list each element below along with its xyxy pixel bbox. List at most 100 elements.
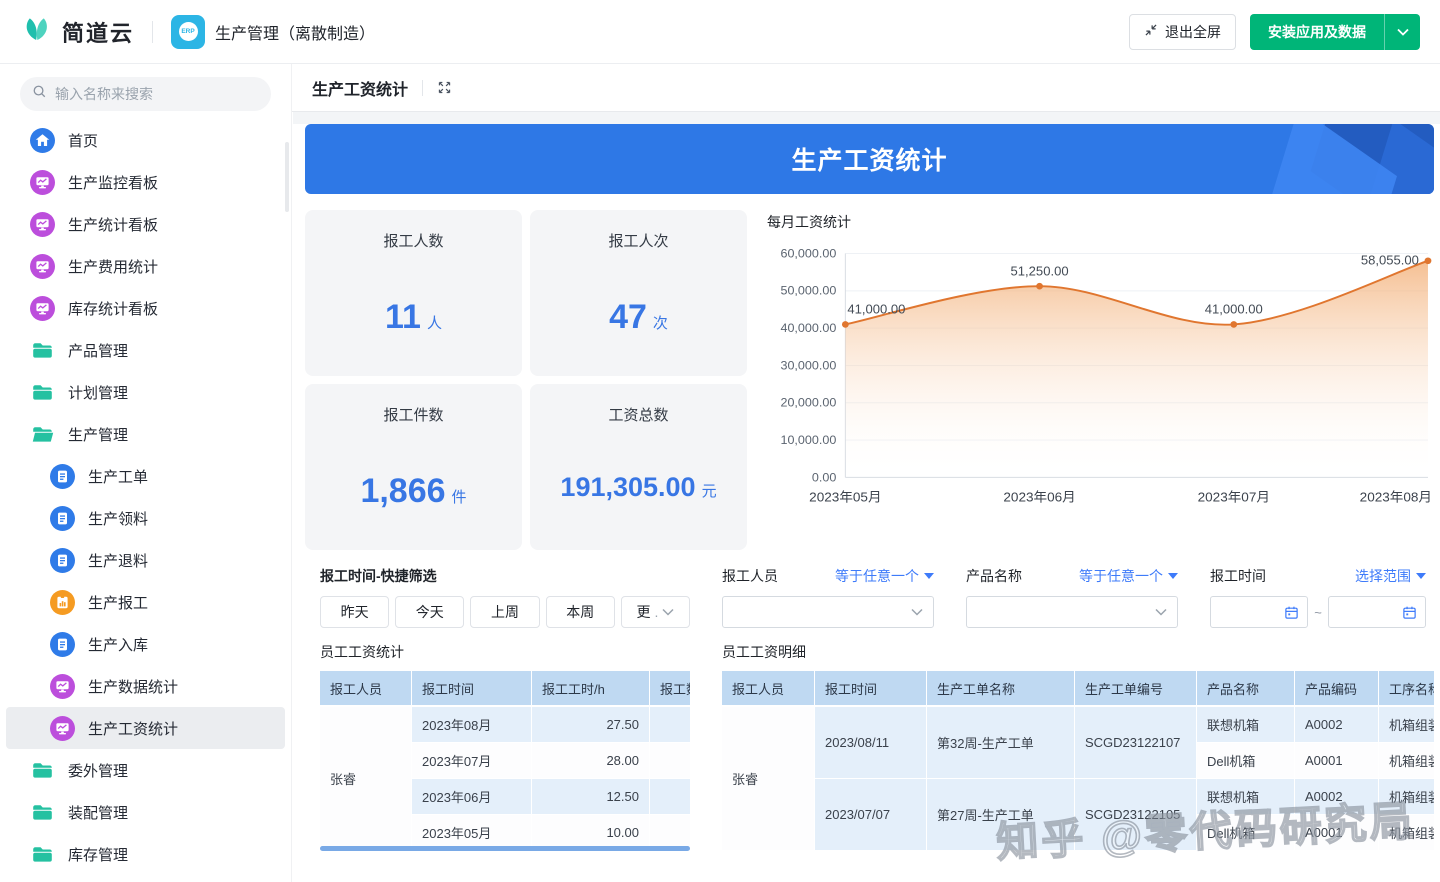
- stat-label: 报工人次: [530, 210, 747, 251]
- date-range-separator: ~: [1314, 605, 1322, 620]
- table-cell: 第27周-生产工单: [927, 779, 1075, 851]
- filter-group: 报工时间 选择范围 ~: [1210, 566, 1426, 628]
- svg-text:20,000.00: 20,000.00: [780, 396, 836, 410]
- sidebar-item[interactable]: 生产数据统计: [6, 665, 285, 707]
- sidebar-item-label: 首页: [68, 130, 98, 151]
- sidebar-item[interactable]: 生产领料: [6, 497, 285, 539]
- sidebar-item-label: 装配管理: [68, 802, 128, 823]
- svg-text:2023年05月: 2023年05月: [809, 490, 881, 505]
- column-header: 报工数量: [650, 671, 690, 707]
- filter-operator-link[interactable]: 等于任意一个: [1079, 566, 1178, 586]
- filter-operator-link[interactable]: 选择范围: [1355, 566, 1426, 586]
- column-header: 报工人员: [722, 671, 815, 707]
- filter-operator-link[interactable]: 等于任意一个: [835, 566, 934, 586]
- chevron-down-icon[interactable]: [1384, 14, 1420, 50]
- app-window: 简道云 ERP 生产管理（离散制造） 退出全屏 安装应用及数据: [0, 0, 1440, 882]
- sidebar-item-label: 委外管理: [68, 760, 128, 781]
- table-cell: 张睿: [320, 707, 412, 851]
- filter-field-label: 报工时间: [1210, 566, 1266, 586]
- sidebar-item[interactable]: 生产入库: [6, 623, 285, 665]
- brand-logo[interactable]: 简道云: [20, 12, 134, 51]
- triangle-down-icon: [924, 573, 934, 579]
- horizontal-scrollbar[interactable]: [320, 846, 690, 851]
- monthly-wage-area-chart[interactable]: 0.0010,000.0020,000.0030,000.0040,000.00…: [765, 236, 1434, 528]
- sidebar-scrollbar[interactable]: [285, 142, 289, 212]
- sidebar-item-label: 计划管理: [68, 382, 128, 403]
- sidebar-item[interactable]: 产品管理: [6, 329, 285, 371]
- quick-filter-button[interactable]: 本周: [546, 596, 615, 628]
- sidebar-item[interactable]: 装配管理: [6, 791, 285, 833]
- table-row: 张睿2023年08月27.50: [320, 707, 690, 743]
- stat-unit: 次: [653, 315, 668, 332]
- quick-filter-button[interactable]: 上周: [470, 596, 539, 628]
- sidebar-nav: 首页生产监控看板生产统计看板生产费用统计库存统计看板产品管理计划管理生产管理生产…: [0, 115, 291, 882]
- sidebar-item[interactable]: 生产工资统计: [6, 707, 285, 749]
- stat-value: 11: [385, 298, 421, 336]
- dashboard-banner: 生产工资统计: [305, 124, 1434, 194]
- table-cell: 第32周-生产工单: [927, 707, 1075, 779]
- sidebar-item-label: 生产领料: [88, 508, 148, 529]
- stat-value: 47: [609, 298, 647, 336]
- filter-select[interactable]: [966, 596, 1178, 628]
- column-header: 报工时间: [412, 671, 532, 707]
- sidebar-item[interactable]: 委外管理: [6, 749, 285, 791]
- stat-card: 工资总数191,305.00元: [530, 384, 747, 550]
- table-cell: 张睿: [722, 707, 815, 851]
- sidebar-item[interactable]: 生产监控看板: [6, 161, 285, 203]
- more-filter-button[interactable]: 更.: [621, 596, 690, 628]
- filter-bar: 报工时间-快捷筛选 昨天今天上周本周更. 报工人员等于任意一个产品名称等于任意一…: [305, 566, 1434, 628]
- table-cell: A0001: [1295, 815, 1379, 851]
- filter-select[interactable]: [722, 596, 934, 628]
- column-header: 报工时间: [815, 671, 927, 707]
- filter-group: 报工人员等于任意一个: [722, 566, 934, 628]
- exit-fullscreen-button[interactable]: 退出全屏: [1129, 14, 1236, 50]
- svg-text:2023年06月: 2023年06月: [1003, 490, 1075, 505]
- page-title: 生产工资统计: [312, 76, 408, 100]
- sidebar-item[interactable]: 库存统计看板: [6, 287, 285, 329]
- svg-text:10,000.00: 10,000.00: [780, 433, 836, 447]
- date-end-input[interactable]: [1328, 596, 1426, 628]
- sidebar-item[interactable]: 生产退料: [6, 539, 285, 581]
- table-cell: Dell机箱: [1197, 815, 1295, 851]
- folder-icon: [30, 842, 55, 867]
- quick-filter-button[interactable]: 今天: [395, 596, 464, 628]
- expand-fullscreen-icon[interactable]: [437, 80, 452, 95]
- sidebar-item[interactable]: 库存管理: [6, 833, 285, 875]
- sidebar-item[interactable]: 首页: [6, 119, 285, 161]
- svg-text:58,055.00: 58,055.00: [1361, 253, 1419, 268]
- current-app[interactable]: ERP 生产管理（离散制造）: [171, 15, 375, 49]
- column-header: 工序名称: [1379, 671, 1434, 707]
- erp-app-icon: ERP: [171, 15, 205, 49]
- chevron-down-icon: [1155, 608, 1167, 616]
- sidebar-item[interactable]: 生产工单: [6, 455, 285, 497]
- calendar-icon: [1402, 605, 1417, 620]
- doc-icon: [50, 548, 75, 573]
- triangle-down-icon: [1416, 573, 1426, 579]
- doc-icon: [50, 464, 75, 489]
- sidebar-item[interactable]: 生产报工: [6, 581, 285, 623]
- sidebar-item-label: 生产管理: [68, 424, 128, 445]
- date-start-input[interactable]: [1210, 596, 1308, 628]
- sidebar-search[interactable]: [20, 77, 271, 111]
- table-row: 2023/07/07第27周-生产工单SCGD23122105联想机箱A0002…: [722, 779, 1434, 815]
- salary-summary-title: 员工工资统计: [320, 642, 690, 662]
- install-app-button[interactable]: 安装应用及数据: [1250, 14, 1420, 50]
- stat-unit: 人: [427, 315, 442, 332]
- sidebar-item-label: 生产退料: [88, 550, 148, 571]
- salary-detail-table: 报工人员报工时间生产工单名称生产工单编号产品名称产品编码工序名称张睿2023/0…: [722, 671, 1434, 851]
- folder-icon: [30, 380, 55, 405]
- sidebar-item[interactable]: 计划管理: [6, 371, 285, 413]
- sidebar-item[interactable]: 生产管理: [6, 413, 285, 455]
- table-cell: 2023/08/11: [815, 707, 927, 779]
- stat-unit: 元: [702, 483, 717, 500]
- sidebar-item[interactable]: 生产费用统计: [6, 245, 285, 287]
- search-input[interactable]: [55, 86, 259, 102]
- dashboard-icon: [30, 212, 55, 237]
- quick-filter-button[interactable]: 昨天: [320, 596, 389, 628]
- table-cell: 27.50: [532, 707, 650, 743]
- chevron-down-icon: [662, 608, 674, 616]
- dashboard-icon: [30, 254, 55, 279]
- sidebar-item[interactable]: 生产统计看板: [6, 203, 285, 245]
- column-header: 报工工时/h: [532, 671, 650, 707]
- svg-text:41,000.00: 41,000.00: [1205, 302, 1263, 317]
